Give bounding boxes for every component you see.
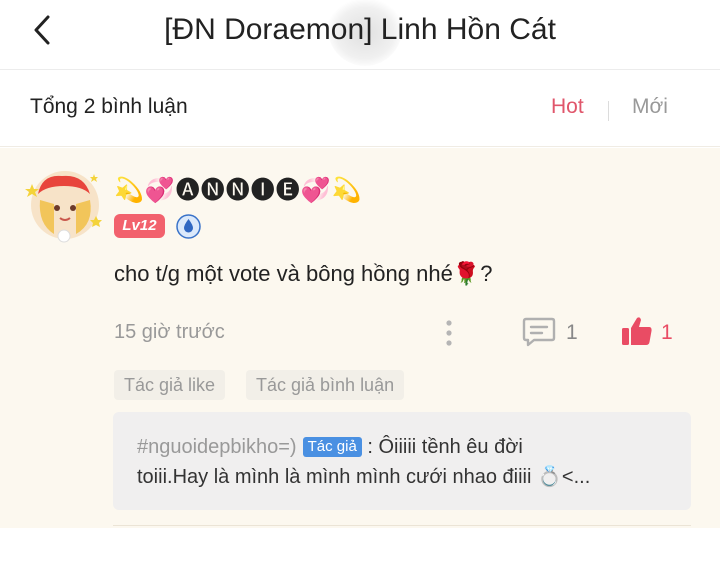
like-count: 1 bbox=[661, 321, 673, 344]
comment-total: Tổng 2 bình luận bbox=[30, 95, 188, 118]
author-badge: Tác giả bbox=[302, 437, 362, 457]
reply-text-2: toiii.Hay là mình là mình mình cưới nhao… bbox=[137, 466, 591, 488]
thumbs-up-icon bbox=[622, 317, 652, 345]
reply-button[interactable] bbox=[522, 316, 556, 348]
level-badge: Lv12 bbox=[114, 214, 165, 238]
sort-divider bbox=[608, 101, 609, 121]
chevron-left-icon bbox=[34, 15, 50, 45]
sort-new-tab[interactable]: Mới bbox=[632, 95, 668, 119]
author-liked-tag: Tác giả like bbox=[114, 370, 226, 400]
comment-divider bbox=[113, 525, 691, 526]
avatar-image bbox=[25, 171, 102, 243]
top-header: [ĐN Doraemon] Linh Hồn Cát bbox=[0, 0, 720, 70]
comment-summary-bar: Tổng 2 bình luận Hot Mới bbox=[0, 71, 720, 147]
reply-preview[interactable]: #nguoidepbikho=) Tác giả : Ôiiiii tềnh êu… bbox=[113, 412, 691, 510]
reply-username: #nguoidepbikho=) bbox=[137, 436, 297, 458]
comment-time: 15 giờ trước bbox=[114, 321, 225, 343]
more-vertical-icon bbox=[446, 320, 452, 346]
reply-text-1: : Ôiiiii tềnh êu đời bbox=[361, 436, 523, 458]
comment-username[interactable]: 💫💞🅐🅝🅝🅘🅔💞💫 bbox=[114, 170, 363, 205]
water-drop-badge-icon bbox=[176, 214, 201, 239]
back-button[interactable] bbox=[24, 12, 60, 48]
page-title: [ĐN Doraemon] Linh Hồn Cát bbox=[164, 13, 556, 46]
sort-hot-tab[interactable]: Hot bbox=[551, 95, 584, 119]
like-button[interactable] bbox=[620, 314, 654, 348]
reply-line-1: #nguoidepbikho=) Tác giả : Ôiiiii tềnh êu… bbox=[137, 436, 523, 459]
author-commented-tag: Tác giả bình luận bbox=[246, 370, 405, 400]
comment-text: cho t/g một vote và bông hồng nhé🌹? bbox=[114, 261, 493, 286]
comment-item: 💫💞🅐🅝🅝🅘🅔💞💫 Lv12 cho t/g một vote và bông … bbox=[0, 148, 720, 528]
comment-icon bbox=[522, 317, 556, 347]
more-options-button[interactable] bbox=[440, 318, 458, 348]
avatar[interactable] bbox=[24, 164, 106, 246]
reply-count: 1 bbox=[566, 321, 578, 344]
